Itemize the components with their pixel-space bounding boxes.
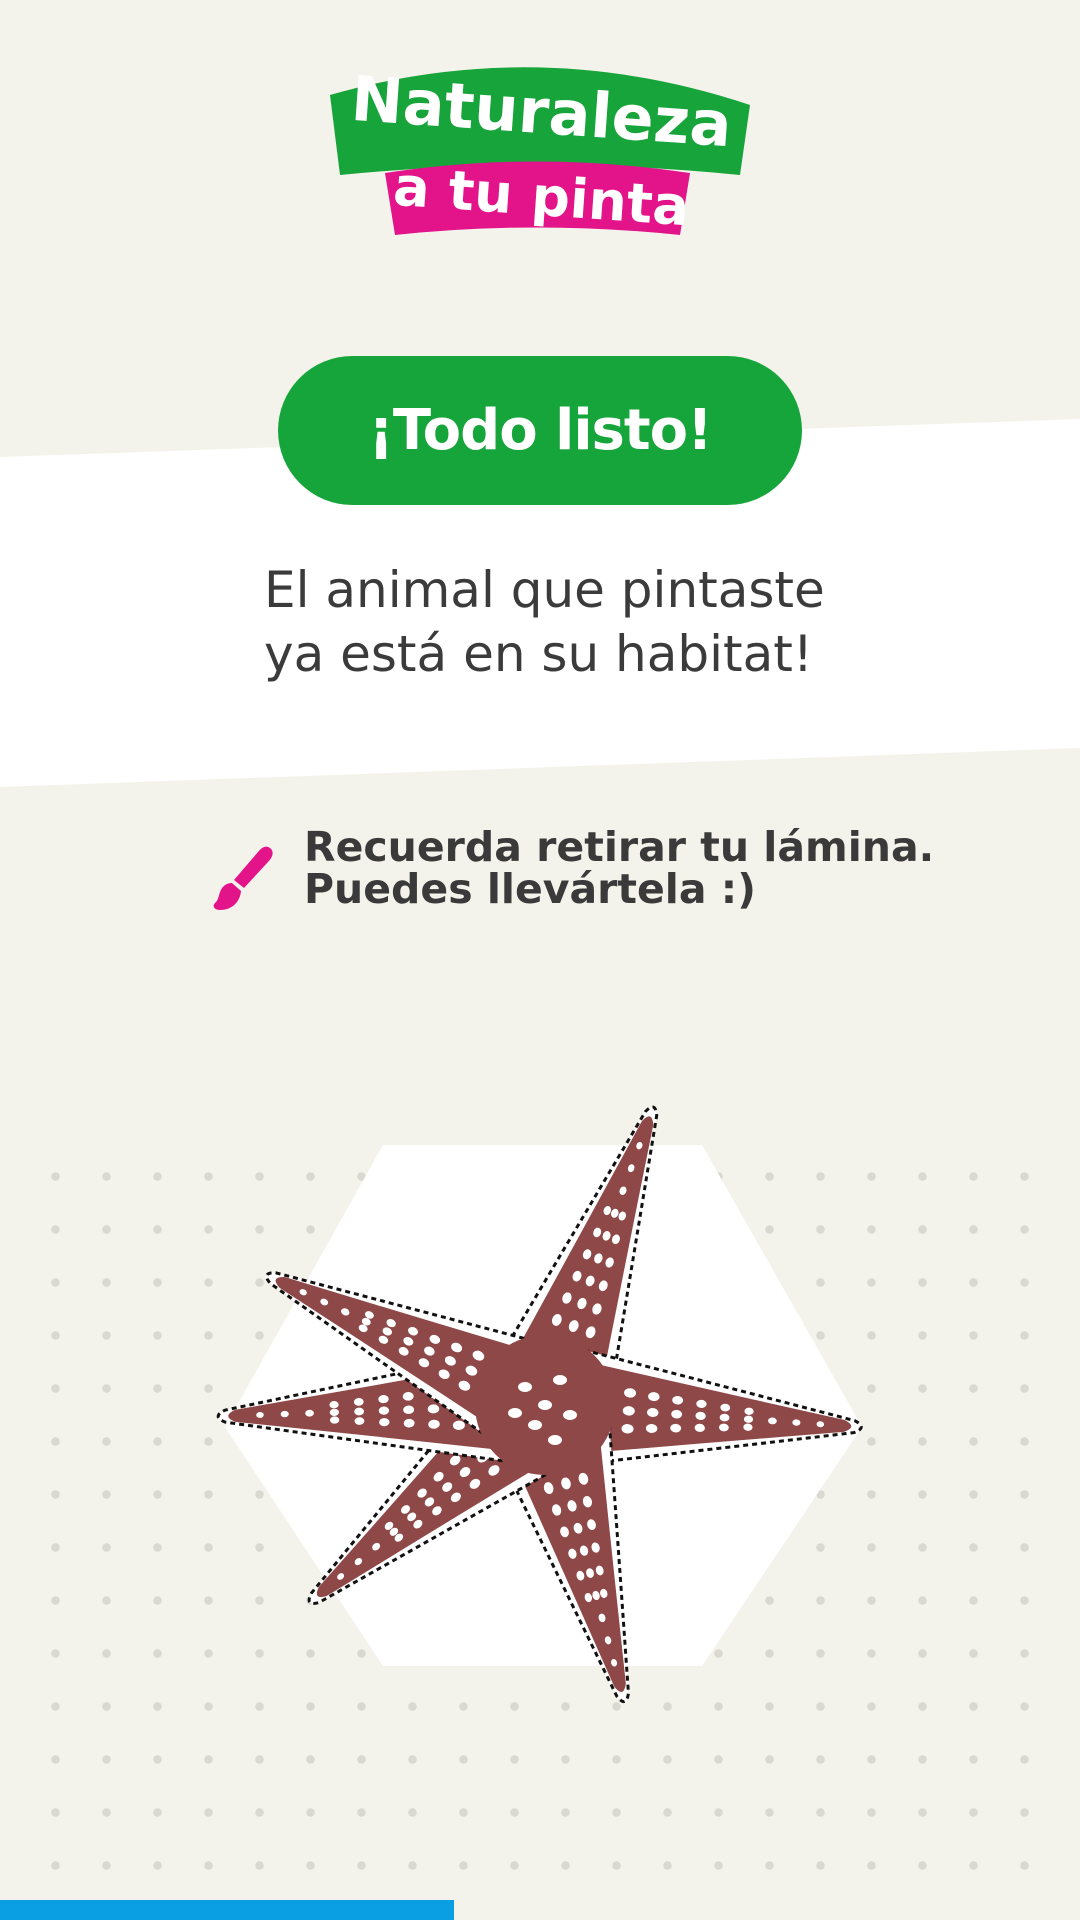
status-message-line2: ya está en su habitat! bbox=[264, 625, 813, 683]
done-button[interactable]: ¡Todo listo! bbox=[278, 356, 802, 505]
progress-bar bbox=[0, 1900, 454, 1920]
tip-line1: Recuerda retirar tu lámina. bbox=[304, 823, 935, 871]
starfish-spot bbox=[553, 1375, 567, 1385]
starfish-spot bbox=[518, 1382, 532, 1392]
starfish-spot bbox=[508, 1408, 522, 1418]
paintbrush-icon bbox=[213, 846, 273, 910]
tip-line2: Puedes llevártela :) bbox=[304, 865, 756, 913]
starfish-spot bbox=[563, 1410, 577, 1420]
starfish-spot bbox=[538, 1400, 552, 1410]
status-message-line1: El animal que pintaste bbox=[264, 561, 825, 619]
artwork-stage bbox=[216, 1105, 863, 1704]
app-logo: Naturaleza a tu pinta bbox=[330, 62, 750, 238]
status-message: El animal que pintaste ya está en su hab… bbox=[264, 558, 884, 686]
starfish-spot bbox=[528, 1420, 542, 1430]
starfish-spot bbox=[548, 1435, 562, 1445]
reminder-tip: Recuerda retirar tu lámina. Puedes llevá… bbox=[212, 826, 934, 926]
